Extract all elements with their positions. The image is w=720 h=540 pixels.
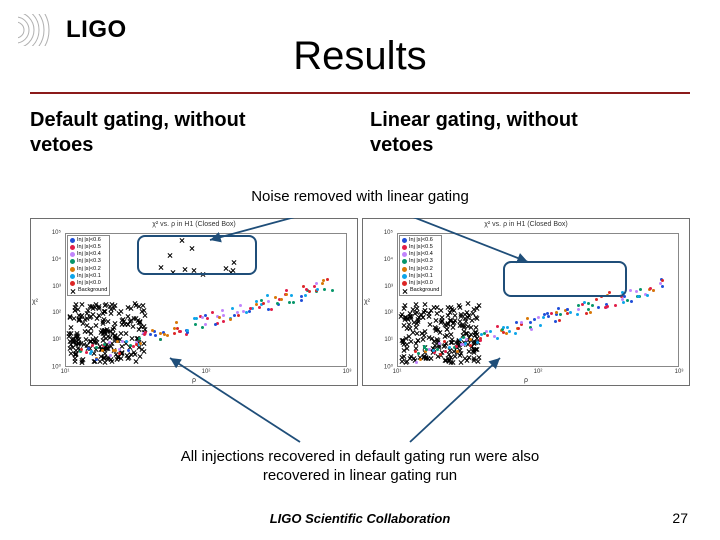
right-heading: Linear gating, without vetoes xyxy=(350,108,690,158)
chart-right-yaxis: 10⁰ 10¹ 10² 10³ 10⁴ 10⁵ xyxy=(363,233,395,367)
ytick: 10¹ xyxy=(52,337,61,343)
chart-right: χ² vs. ρ in H1 (Closed Box) χ² ρ 10⁰ 10¹… xyxy=(362,218,690,386)
page-number: 27 xyxy=(672,510,688,526)
chart-left-yaxis: 10⁰ 10¹ 10² 10³ 10⁴ 10⁵ xyxy=(31,233,63,367)
title-underline xyxy=(30,92,690,94)
ytick: 10³ xyxy=(52,284,61,290)
ytick: 10⁵ xyxy=(52,230,61,236)
ytick: 10³ xyxy=(384,284,393,290)
chart-right-title: χ² vs. ρ in H1 (Closed Box) xyxy=(363,221,689,228)
slide-title: Results xyxy=(0,34,720,79)
note2-line1: All injections recovered in default gati… xyxy=(181,448,540,465)
xtick: 10¹ xyxy=(393,369,402,375)
xtick: 10³ xyxy=(675,369,684,375)
ytick: 10⁰ xyxy=(384,364,393,371)
right-heading-line1: Linear gating, without xyxy=(370,109,578,131)
xtick: 10³ xyxy=(343,369,352,375)
left-heading-line2: vetoes xyxy=(30,134,93,156)
callout-box-left xyxy=(137,235,257,275)
xtick: 10² xyxy=(202,369,211,375)
chart-left-xaxis: 10¹ 10² 10³ xyxy=(65,369,347,379)
column-headings: Default gating, without vetoes Linear ga… xyxy=(30,108,690,158)
ytick: 10² xyxy=(384,310,393,316)
ytick: 10⁴ xyxy=(52,257,61,263)
left-heading-line1: Default gating, without xyxy=(30,109,246,131)
ytick: 10² xyxy=(52,310,61,316)
footer-collab: LIGO Scientific Collaboration xyxy=(0,511,720,526)
annotation-noise-removed: Noise removed with linear gating xyxy=(0,188,720,205)
xtick: 10² xyxy=(534,369,543,375)
chart-right-legend: Inj |s|<0.6Inj |s|<0.5Inj |s|<0.4Inj |s|… xyxy=(399,235,442,296)
left-heading: Default gating, without vetoes xyxy=(30,108,350,158)
chart-left: χ² vs. ρ in H1 (Closed Box) χ² ρ 10⁰ 10¹… xyxy=(30,218,358,386)
xtick: 10¹ xyxy=(61,369,70,375)
ytick: 10¹ xyxy=(384,337,393,343)
note2-line2: recovered in linear gating run xyxy=(263,467,457,484)
ytick: 10⁵ xyxy=(384,230,393,236)
annotation-injections-recovered: All injections recovered in default gati… xyxy=(100,448,620,486)
ytick: 10⁰ xyxy=(52,364,61,371)
ytick: 10⁴ xyxy=(384,257,393,263)
chart-right-xaxis: 10¹ 10² 10³ xyxy=(397,369,679,379)
right-heading-line2: vetoes xyxy=(370,134,433,156)
chart-left-title: χ² vs. ρ in H1 (Closed Box) xyxy=(31,221,357,228)
chart-left-legend: Inj |s|<0.6Inj |s|<0.5Inj |s|<0.4Inj |s|… xyxy=(67,235,110,296)
callout-box-right xyxy=(503,261,627,297)
charts-row: χ² vs. ρ in H1 (Closed Box) χ² ρ 10⁰ 10¹… xyxy=(30,218,690,386)
